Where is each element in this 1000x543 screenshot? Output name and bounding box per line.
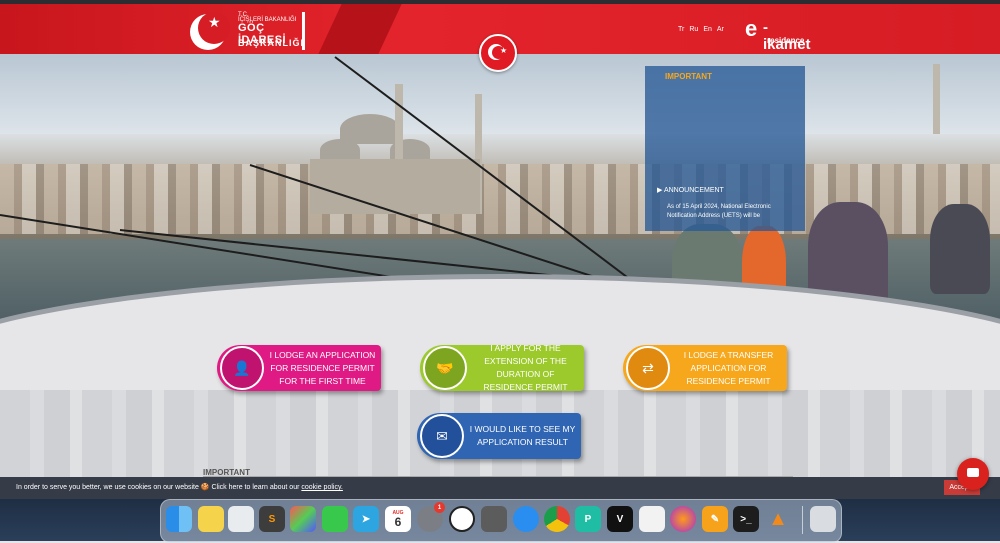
application-result-button[interactable]: ✉ I WOULD LIKE TO SEE MY APPLICATION RES… [417, 413, 581, 459]
transfer-icon: ⇄ [626, 346, 670, 390]
language-switcher: Tr Ru En Ar [678, 26, 724, 33]
button-label: I WOULD LIKE TO SEE MY APPLICATION RESUL… [469, 424, 576, 447]
goc-idaresi-logo[interactable]: ★ T.C. İÇİŞLERİ BAKANLIĞI GÖÇ İDARESİ BA… [190, 12, 310, 52]
safari-icon[interactable] [513, 506, 539, 532]
cookie-banner: In order to serve you better, we use coo… [0, 477, 1000, 499]
finder-icon[interactable] [166, 506, 192, 532]
mosque-illustration [300, 84, 482, 214]
chrome-icon[interactable] [544, 506, 570, 532]
star-icon: ★ [208, 14, 221, 30]
turkish-flag-icon: ★ [479, 34, 517, 72]
preview-icon[interactable] [228, 506, 254, 532]
handshake-icon: 🤝 [423, 346, 467, 390]
logo-line-4: BAŞKANLIĞI [238, 38, 304, 48]
logo-bar [302, 12, 305, 50]
dock-separator [802, 506, 803, 534]
v2-icon[interactable]: V [607, 506, 633, 532]
macos-dock: S ➤ AUG 6 1 P V ✎ >_ ▲ [160, 499, 842, 543]
settings-icon[interactable]: 1 [417, 502, 445, 532]
cookie-policy-link[interactable]: cookie policy. [301, 484, 343, 491]
launchpad-icon[interactable] [290, 506, 316, 532]
trash-icon[interactable] [810, 506, 836, 532]
firefox-icon[interactable] [670, 506, 696, 532]
telegram-icon[interactable]: ➤ [353, 506, 379, 532]
button-label: I LODGE A TRANSFER APPLICATION FOR RESID… [683, 349, 774, 386]
lang-tr[interactable]: Tr [678, 26, 684, 33]
pencil-icon[interactable]: ✎ [702, 506, 728, 532]
vlc-icon[interactable]: ▲ [765, 506, 791, 532]
cookie-message: In order to serve you better, we use coo… [16, 484, 300, 491]
extension-application-button[interactable]: 🤝 I APPLY FOR THE EXTENSION OF THE DURAT… [420, 343, 584, 392]
notice-heading: IMPORTANT [665, 72, 712, 81]
announcement-link[interactable]: ▶ ANNOUNCEMENT [657, 186, 724, 194]
hero-photo [0, 54, 1000, 324]
chat-bubble-icon[interactable] [957, 458, 989, 490]
messages-icon[interactable] [322, 506, 348, 532]
e-ikamet-logo[interactable]: e -ikamet residence [745, 16, 815, 53]
person-icon: 👤 [220, 346, 264, 390]
ikamet-sub: residence [767, 36, 805, 45]
clock-icon[interactable] [449, 506, 475, 532]
pycharm-icon[interactable]: P [575, 506, 601, 532]
first-time-application-button[interactable]: 👤 I LODGE AN APPLICATION FOR RESIDENCE P… [217, 345, 381, 391]
header-decor [318, 4, 402, 54]
transfer-application-button[interactable]: ⇄ I LODGE A TRANSFER APPLICATION FOR RES… [623, 345, 787, 391]
lang-ar[interactable]: Ar [717, 26, 724, 33]
notes-icon[interactable] [198, 506, 224, 532]
notification-badge: 1 [434, 502, 445, 513]
calendar-day: 6 [394, 515, 402, 529]
cookie-text: In order to serve you better, we use coo… [16, 483, 343, 491]
notice-body: As of 15 April 2024, National Electronic… [667, 204, 771, 219]
result-icon: ✉ [420, 414, 464, 458]
tower [933, 64, 940, 134]
textedit-icon[interactable] [639, 506, 665, 532]
button-label: I APPLY FOR THE EXTENSION OF THE DURATIO… [483, 343, 568, 392]
calculator-icon[interactable] [481, 506, 507, 532]
lang-en[interactable]: En [703, 26, 712, 33]
sublime-icon[interactable]: S [259, 506, 285, 532]
ikamet-e: e [745, 16, 758, 41]
calendar-icon[interactable]: AUG 6 [385, 506, 411, 532]
terminal-icon[interactable]: >_ [733, 506, 759, 532]
important-notice-panel: IMPORTANT ▶ ANNOUNCEMENT As of 15 April … [645, 66, 805, 231]
lang-ru[interactable]: Ru [689, 26, 698, 33]
button-label: I LODGE AN APPLICATION FOR RESIDENCE PER… [269, 349, 376, 386]
